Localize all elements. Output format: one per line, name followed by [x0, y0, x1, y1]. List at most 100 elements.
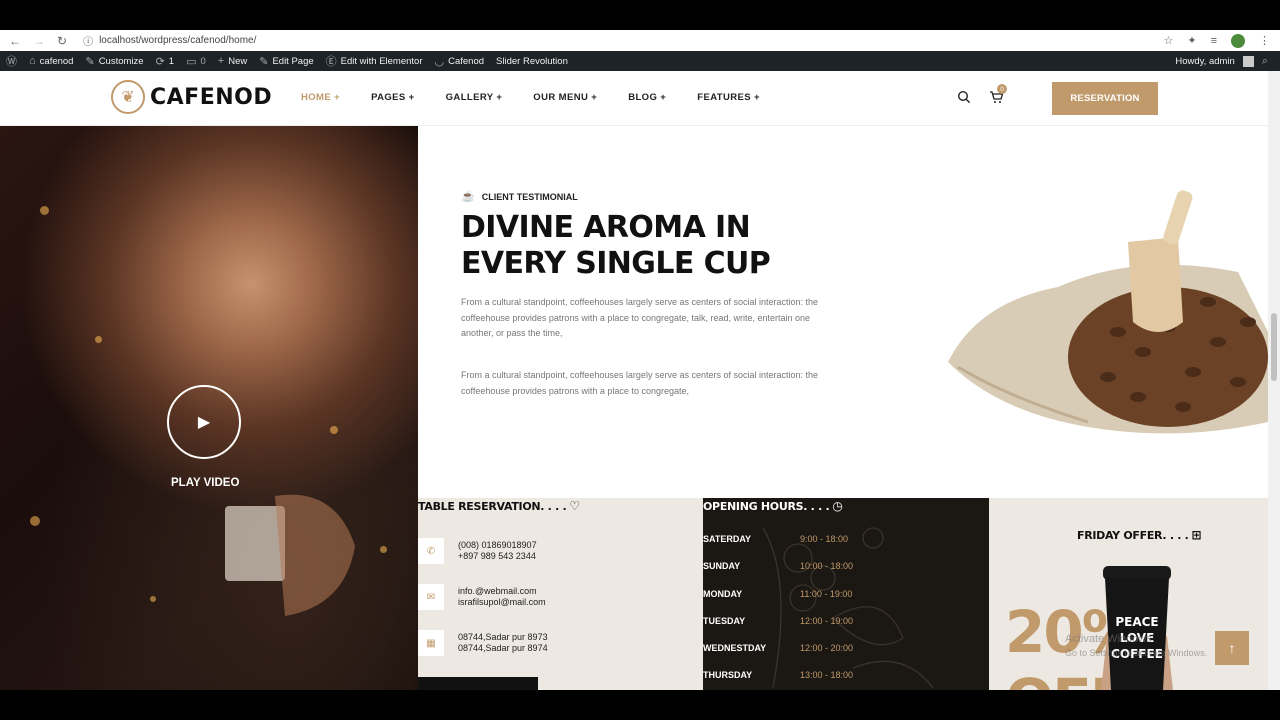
wp-edit-page-item[interactable]: ✎ Edit Page	[253, 55, 319, 68]
bokeh-light	[150, 596, 156, 602]
address-bar[interactable]: ⓘ localhost/wordpress/cafenod/home/	[83, 33, 256, 48]
hours-day: THURSDAY	[703, 670, 753, 680]
forward-icon[interactable]: →	[33, 34, 45, 48]
paragraph-2: From a cultural standpoint, coffeehouses…	[461, 370, 819, 396]
video-panel: ▶ PLAY VIDEO	[0, 126, 418, 690]
extensions-icon[interactable]: ✦	[1187, 34, 1196, 47]
admin-avatar	[1242, 55, 1254, 67]
reservation-button[interactable]: RESERVATION	[1052, 82, 1158, 115]
wp-updates-item[interactable]: ⟳ 1	[150, 55, 181, 68]
slider-revolution-label: Slider Revolution	[496, 55, 568, 67]
mail-icon: ✉	[418, 584, 444, 610]
menu-item-home[interactable]: HOME +	[301, 92, 340, 103]
scroll-to-top-button[interactable]: ↑	[1215, 631, 1249, 665]
main-menu: HOME + PAGES + GALLERY + OUR MENU + BLOG…	[301, 92, 760, 103]
coffee-cup-hand-graphic	[225, 494, 355, 616]
profile-avatar[interactable]	[1231, 33, 1245, 48]
table-reservation-section: TABLE RESERVATION. . . . ♡ ✆ (008) 01869…	[418, 498, 703, 690]
hours-row: WEDNESTDAY 12:00 - 20:00	[703, 643, 903, 653]
customize-label: Customize	[98, 55, 144, 67]
section-tag-label: CLIENT TESTIMONIAL	[481, 191, 578, 202]
wp-customize-item[interactable]: ✎ Customize	[79, 55, 149, 68]
wp-cafenod-item[interactable]: ◡ Cafenod	[429, 55, 491, 68]
search-icon[interactable]: ⌕	[1262, 55, 1268, 68]
back-icon[interactable]: ←	[9, 34, 21, 48]
activate-windows-watermark: Activate Windows Go to Settings to activ…	[1065, 632, 1207, 660]
edit-page-label: Edit Page	[272, 55, 314, 67]
opening-hours-title: OPENING HOURS. . . . ◷	[703, 499, 843, 513]
phone-line-1[interactable]: (008) 01869018907	[458, 540, 537, 551]
hours-time: 12:00 - 20:00	[800, 643, 854, 653]
wp-slider-item[interactable]: Slider Revolution	[490, 56, 574, 67]
site-header: ❦ CAFENOD HOME + PAGES + GALLERY + OUR M…	[0, 71, 1268, 126]
reservation-submit-button[interactable]	[418, 677, 538, 690]
reservation-title-text: TABLE RESERVATION. . . .	[418, 499, 567, 513]
wp-site-item[interactable]: ⌂ cafenod	[23, 55, 79, 67]
wp-account[interactable]: Howdy, admin ⌕	[1175, 55, 1280, 68]
gift-icon: ⊞	[1191, 528, 1202, 542]
screen-bottom-black-bar	[0, 690, 1280, 720]
wp-comments-item[interactable]: ▭ 0	[180, 55, 212, 68]
contact-phone: ✆ (008) 01869018907 +897 989 543 2344	[418, 538, 537, 564]
elementor-icon: Ⓔ	[325, 56, 337, 68]
menu-item-pages[interactable]: PAGES +	[371, 92, 415, 103]
plus-icon: +	[217, 55, 225, 67]
menu-item-features[interactable]: FEATURES +	[697, 92, 760, 103]
hours-time: 10:00 - 18:00	[800, 561, 854, 571]
search-icon[interactable]	[957, 90, 971, 109]
cart-button[interactable]: 0	[989, 84, 1007, 109]
browser-actions: ☆ ✦ ≡ ⋮	[1163, 33, 1280, 48]
wp-elementor-item[interactable]: Ⓔ Edit with Elementor	[320, 53, 429, 69]
browser-menu-icon[interactable]: ⋮	[1259, 34, 1270, 47]
bokeh-light	[330, 426, 338, 434]
section-tag: ☕ CLIENT TESTIMONIAL	[461, 190, 578, 203]
wp-logo-item[interactable]: Ⓦ	[0, 53, 23, 69]
hours-row: SATERDAY 9:00 - 18:00	[703, 534, 903, 544]
hours-row: THURSDAY 13:00 - 18:00	[703, 670, 903, 680]
reservation-title: TABLE RESERVATION. . . . ♡	[418, 499, 580, 513]
menu-item-gallery[interactable]: GALLERY +	[446, 92, 503, 103]
hours-row: MONDAY 11:00 - 19:00	[703, 589, 903, 599]
site-name: cafenod	[39, 55, 74, 67]
bookmark-star-icon[interactable]: ☆	[1163, 34, 1173, 47]
logo-text: CAFENOD	[150, 84, 273, 110]
info-icon[interactable]: ⓘ	[83, 33, 93, 48]
address-line-1: 08744,Sadar pur 8973	[458, 632, 548, 642]
section-heading: DIVINE AROMA IN EVERY SINGLE CUP	[461, 210, 771, 281]
address-line-2: 08744,Sadar pur 8974	[458, 643, 548, 653]
coffee-beans-sack-image	[948, 190, 1268, 434]
play-video-button[interactable]: ▶	[167, 385, 241, 459]
play-video-label[interactable]: PLAY VIDEO	[171, 477, 239, 489]
brush-icon: ✎	[85, 55, 95, 68]
hours-time: 12:00 - 19:00	[800, 616, 854, 626]
media-icon[interactable]: ≡	[1211, 35, 1217, 47]
email-line-2[interactable]: israfilsupol@mail.com	[458, 597, 546, 608]
offer-title: FRIDAY OFFER. . . . ⊞	[1077, 528, 1202, 542]
new-label: New	[228, 55, 248, 67]
browser-nav: ← → ↻	[0, 34, 67, 48]
edit-elementor-label: Edit with Elementor	[340, 55, 423, 67]
wp-new-item[interactable]: + New	[212, 55, 253, 67]
cup-text-line: PEACE	[1115, 615, 1159, 629]
site-viewport: ❦ CAFENOD HOME + PAGES + GALLERY + OUR M…	[0, 71, 1268, 690]
building-icon: ▦	[418, 630, 444, 656]
site-logo[interactable]: ❦ CAFENOD	[111, 80, 272, 114]
page-scrollbar[interactable]	[1268, 71, 1280, 690]
hours-time: 13:00 - 18:00	[800, 670, 854, 680]
screen-top-black-bar	[0, 0, 1280, 30]
clock-icon: ◷	[832, 499, 843, 513]
comment-icon: ▭	[186, 55, 197, 68]
wp-admin-bar: Ⓦ ⌂ cafenod ✎ Customize ⟳ 1 ▭ 0 + New ✎ Edit P…	[0, 51, 1280, 71]
menu-item-blog[interactable]: BLOG +	[628, 92, 666, 103]
phone-line-2[interactable]: +897 989 543 2344	[458, 551, 537, 562]
hours-day: TUESDAY	[703, 616, 746, 626]
reload-icon[interactable]: ↻	[57, 34, 67, 48]
contact-email: ✉ info.@webmail.com israfilsupol@mail.co…	[418, 584, 546, 610]
opening-hours-title-text: OPENING HOURS. . . .	[703, 499, 830, 513]
menu-item-our-menu[interactable]: OUR MENU +	[533, 92, 597, 103]
scrollbar-thumb[interactable]	[1271, 313, 1277, 381]
email-line-1[interactable]: info.@webmail.com	[458, 586, 546, 597]
hours-row: TUESDAY 12:00 - 19:00	[703, 616, 903, 626]
hours-row: SUNDAY 10:00 - 18:00	[703, 561, 903, 571]
bokeh-light	[380, 546, 387, 553]
